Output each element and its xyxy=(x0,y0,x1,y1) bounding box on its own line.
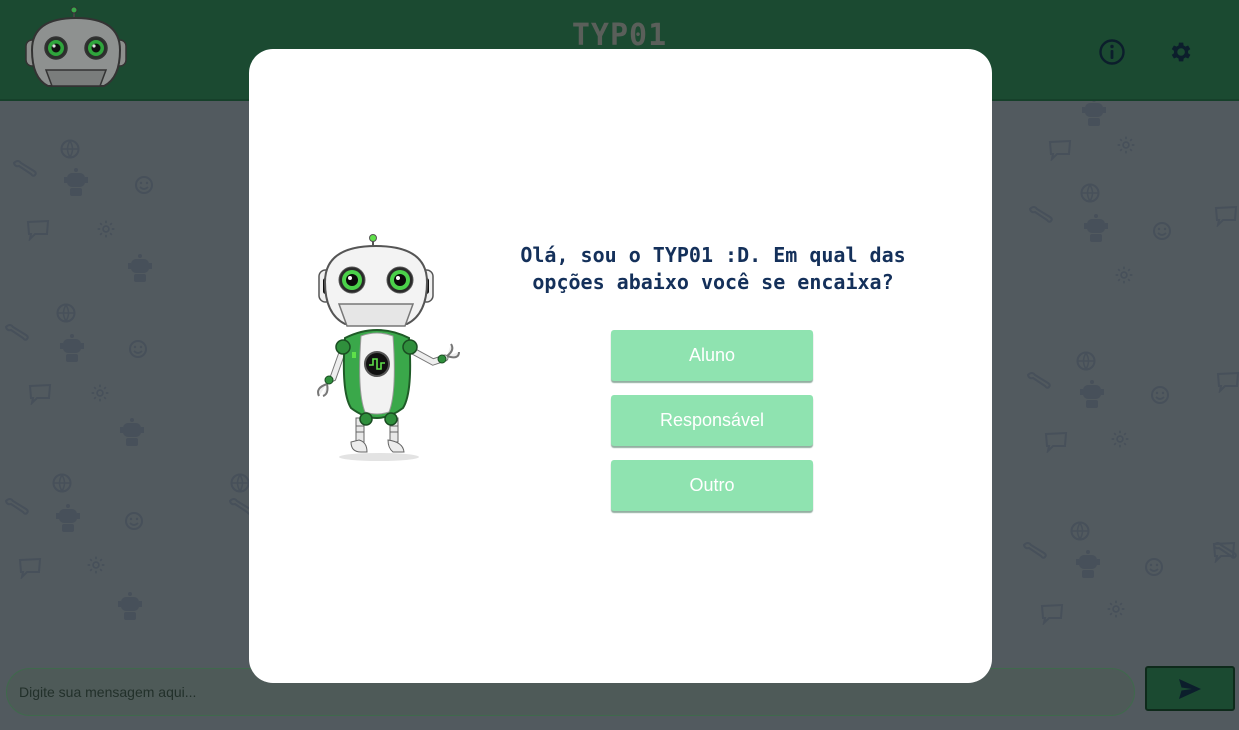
onboarding-modal: Olá, sou o TYP01 :D. Em qual das opções … xyxy=(249,49,992,683)
pattern-gear-icon xyxy=(1116,135,1136,160)
pattern-robot-icon xyxy=(1078,379,1106,414)
pattern-robot-icon xyxy=(1080,101,1108,132)
settings-button[interactable] xyxy=(1164,36,1196,68)
pattern-wrench-icon xyxy=(1028,205,1054,228)
pattern-chat-icon xyxy=(1216,371,1239,398)
pattern-gear-icon xyxy=(96,219,116,244)
pattern-smile-icon xyxy=(1144,557,1164,582)
pattern-chat-icon xyxy=(1040,603,1064,630)
pattern-globe-icon xyxy=(56,303,76,328)
robot-mascot-icon xyxy=(311,232,461,464)
pattern-wrench-icon xyxy=(1026,371,1052,394)
pattern-gear-icon xyxy=(1110,429,1130,454)
pattern-wrench-icon xyxy=(12,159,38,182)
pattern-robot-icon xyxy=(1074,549,1102,584)
pattern-wrench-icon xyxy=(4,323,30,346)
pattern-chat-icon xyxy=(26,219,50,246)
pattern-smile-icon xyxy=(128,339,148,364)
pattern-chat-icon xyxy=(18,557,42,584)
pattern-wrench-icon xyxy=(1022,541,1048,564)
pattern-globe-icon xyxy=(1070,521,1090,546)
app-title: TYP01 xyxy=(571,18,668,53)
pattern-robot-icon xyxy=(126,253,154,288)
option-responsavel-button[interactable]: Responsável xyxy=(611,395,813,446)
pattern-globe-icon xyxy=(1076,351,1096,376)
pattern-gear-icon xyxy=(1106,599,1126,624)
pattern-smile-icon xyxy=(124,511,144,536)
modal-question: Olá, sou o TYP01 :D. Em qual das opções … xyxy=(520,243,906,294)
pattern-chat-icon xyxy=(1214,205,1238,232)
pattern-smile-icon xyxy=(1150,385,1170,410)
pattern-wrench-icon xyxy=(4,497,30,520)
pattern-chat-icon xyxy=(28,383,52,410)
pattern-smile-icon xyxy=(1152,221,1172,246)
pattern-chat-icon xyxy=(1044,431,1068,458)
pattern-robot-icon xyxy=(54,503,82,538)
option-outro-button[interactable]: Outro xyxy=(611,460,813,511)
pattern-robot-icon xyxy=(116,591,144,626)
pattern-robot-icon xyxy=(62,167,90,202)
pattern-robot-icon xyxy=(1082,213,1110,248)
pattern-globe-icon xyxy=(230,473,250,498)
pattern-chat-icon xyxy=(1048,139,1072,166)
gear-icon xyxy=(1171,42,1191,62)
pattern-smile-icon xyxy=(134,175,154,200)
send-button[interactable] xyxy=(1145,666,1235,711)
pattern-globe-icon xyxy=(1080,183,1100,208)
pattern-wrench-icon xyxy=(1212,541,1238,564)
send-icon xyxy=(1179,678,1201,699)
pattern-gear-icon xyxy=(1114,265,1134,290)
pattern-robot-icon xyxy=(118,417,146,452)
pattern-gear-icon xyxy=(86,555,106,580)
option-aluno-button[interactable]: Aluno xyxy=(611,330,813,381)
pattern-globe-icon xyxy=(52,473,72,498)
pattern-gear-icon xyxy=(90,383,110,408)
pattern-robot-icon xyxy=(58,333,86,368)
info-circle-icon xyxy=(1099,39,1125,65)
info-button[interactable] xyxy=(1096,36,1128,68)
pattern-globe-icon xyxy=(60,139,80,164)
